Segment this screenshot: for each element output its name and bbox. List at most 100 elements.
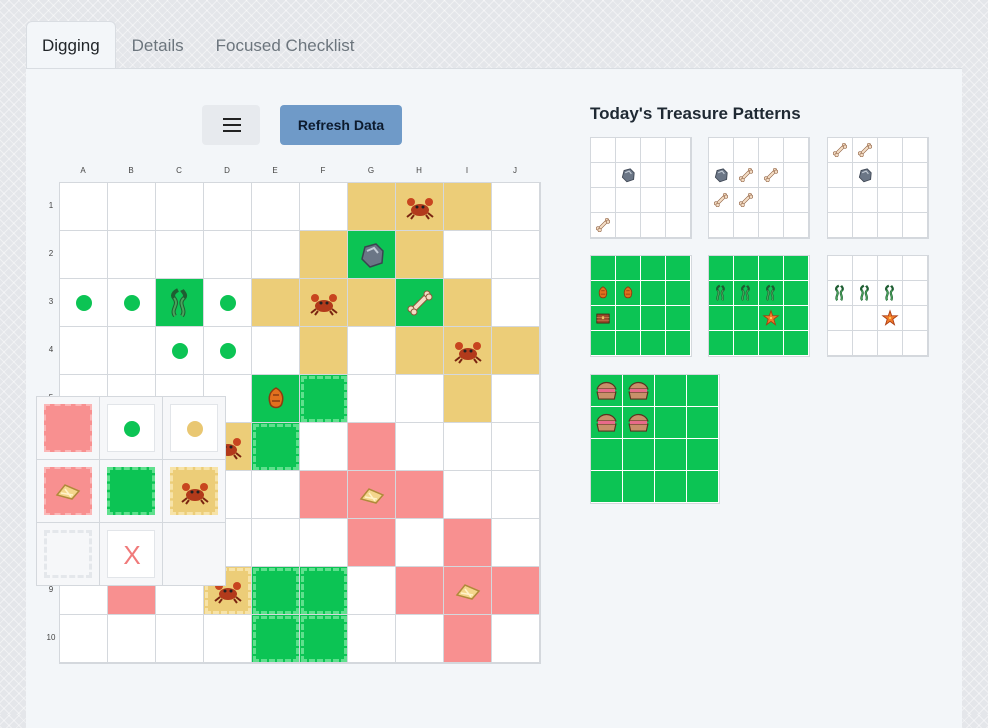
board-cell[interactable] — [348, 327, 396, 375]
pattern-cell — [759, 163, 784, 188]
board-cell[interactable] — [204, 231, 252, 279]
board-cell[interactable] — [252, 279, 300, 327]
palette-swatch-white[interactable] — [107, 404, 155, 452]
board-cell[interactable] — [252, 519, 300, 567]
board-cell[interactable] — [60, 183, 108, 231]
board-cell[interactable] — [156, 615, 204, 663]
board-cell[interactable] — [348, 615, 396, 663]
board-cell[interactable] — [444, 471, 492, 519]
board-cell[interactable] — [252, 375, 300, 423]
board-cell[interactable] — [444, 423, 492, 471]
board-cell[interactable] — [108, 279, 156, 327]
board-cell[interactable] — [60, 327, 108, 375]
board-cell[interactable] — [204, 327, 252, 375]
palette-swatch-yellow[interactable] — [170, 467, 218, 515]
board-cell[interactable] — [108, 231, 156, 279]
palette-swatch-empty[interactable] — [44, 530, 92, 578]
board-cell[interactable] — [396, 375, 444, 423]
board-cell[interactable] — [396, 279, 444, 327]
board-cell[interactable] — [396, 615, 444, 663]
pattern-cell — [591, 138, 616, 163]
board-cell[interactable] — [444, 567, 492, 615]
board-cell[interactable] — [252, 567, 300, 615]
board-cell[interactable] — [204, 279, 252, 327]
palette-swatch-pink[interactable] — [44, 404, 92, 452]
board-cell[interactable] — [156, 231, 204, 279]
palette-swatch-white[interactable]: X — [107, 530, 155, 578]
board-cell[interactable] — [300, 423, 348, 471]
board-cell[interactable] — [348, 231, 396, 279]
board-cell[interactable] — [396, 327, 444, 375]
tab-digging[interactable]: Digging — [26, 21, 116, 69]
board-cell[interactable] — [300, 519, 348, 567]
tab-details[interactable]: Details — [116, 21, 200, 68]
board-cell[interactable] — [156, 183, 204, 231]
board-cell[interactable] — [396, 471, 444, 519]
board-cell[interactable] — [108, 183, 156, 231]
palette-swatch-white[interactable] — [170, 404, 218, 452]
board-cell[interactable] — [348, 183, 396, 231]
board-cell[interactable] — [492, 231, 540, 279]
board-cell[interactable] — [444, 615, 492, 663]
board-cell[interactable] — [300, 567, 348, 615]
board-cell[interactable] — [396, 519, 444, 567]
board-cell[interactable] — [300, 231, 348, 279]
board-cell[interactable] — [300, 471, 348, 519]
board-cell[interactable] — [492, 183, 540, 231]
palette-swatch-pink[interactable] — [44, 467, 92, 515]
board-cell[interactable] — [348, 375, 396, 423]
board-cell[interactable] — [348, 279, 396, 327]
refresh-data-button[interactable]: Refresh Data — [280, 105, 402, 145]
tab-bar: Digging Details Focused Checklist — [26, 21, 371, 69]
board-cell[interactable] — [156, 279, 204, 327]
board-cell[interactable] — [444, 183, 492, 231]
board-cell[interactable] — [108, 615, 156, 663]
board-cell[interactable] — [252, 327, 300, 375]
pattern-cell — [903, 163, 928, 188]
board-cell[interactable] — [60, 231, 108, 279]
board-cell[interactable] — [348, 423, 396, 471]
board-cell[interactable] — [444, 279, 492, 327]
board-cell[interactable] — [252, 423, 300, 471]
board-cell[interactable] — [300, 279, 348, 327]
board-cell[interactable] — [444, 519, 492, 567]
treasure-pattern — [590, 255, 692, 357]
board-cell[interactable] — [396, 231, 444, 279]
board-cell[interactable] — [444, 375, 492, 423]
board-cell[interactable] — [348, 567, 396, 615]
board-cell[interactable] — [492, 279, 540, 327]
board-cell[interactable] — [348, 471, 396, 519]
board-cell[interactable] — [396, 567, 444, 615]
board-cell[interactable] — [108, 327, 156, 375]
board-cell[interactable] — [300, 183, 348, 231]
board-cell[interactable] — [492, 519, 540, 567]
board-cell[interactable] — [204, 615, 252, 663]
board-cell[interactable] — [252, 231, 300, 279]
board-cell[interactable] — [492, 615, 540, 663]
column-header: F — [320, 166, 326, 175]
board-cell[interactable] — [300, 327, 348, 375]
board-cell[interactable] — [492, 327, 540, 375]
board-cell[interactable] — [492, 423, 540, 471]
board-cell[interactable] — [300, 615, 348, 663]
board-cell[interactable] — [492, 471, 540, 519]
menu-button[interactable] — [202, 105, 260, 145]
board-cell[interactable] — [60, 615, 108, 663]
board-cell[interactable] — [300, 375, 348, 423]
board-cell[interactable] — [492, 567, 540, 615]
board-cell[interactable] — [348, 519, 396, 567]
board-cell[interactable] — [252, 183, 300, 231]
board-cell[interactable] — [444, 327, 492, 375]
board-cell[interactable] — [60, 279, 108, 327]
palette-swatch-green[interactable] — [107, 467, 155, 515]
board-cell[interactable] — [252, 471, 300, 519]
board-cell[interactable] — [396, 423, 444, 471]
board-cell[interactable] — [492, 375, 540, 423]
tab-focused-checklist[interactable]: Focused Checklist — [200, 21, 371, 68]
board-cell[interactable] — [156, 327, 204, 375]
pattern-cell — [734, 138, 759, 163]
board-cell[interactable] — [396, 183, 444, 231]
board-cell[interactable] — [204, 183, 252, 231]
board-cell[interactable] — [444, 231, 492, 279]
board-cell[interactable] — [252, 615, 300, 663]
